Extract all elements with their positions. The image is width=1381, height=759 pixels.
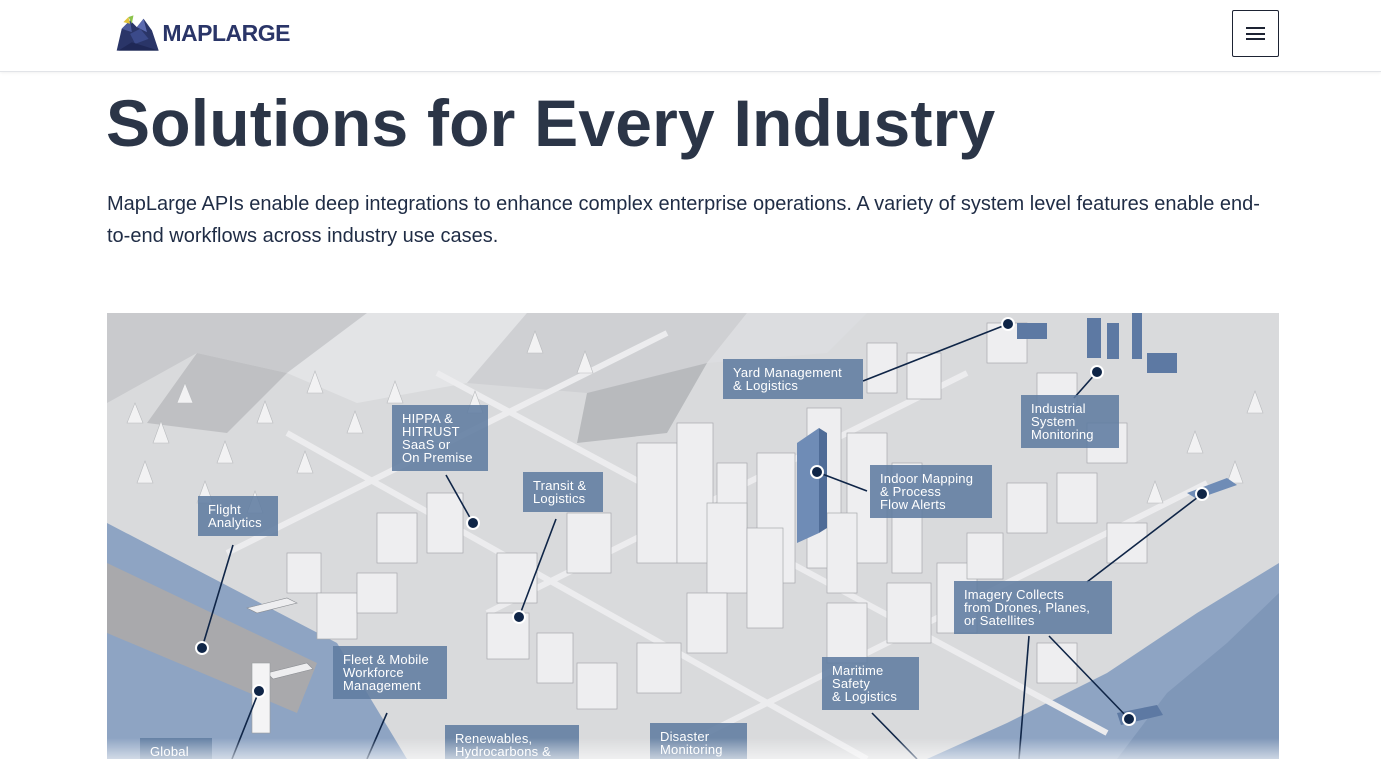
maplarge-logo[interactable]: MAPLARGE xyxy=(115,10,290,56)
callout-flight-analytics[interactable]: Flight Analytics xyxy=(198,496,278,536)
callout-global[interactable]: Global xyxy=(140,738,212,759)
callout-yard-management[interactable]: Yard Management & Logistics xyxy=(723,359,863,399)
callout-imagery-collects[interactable]: Imagery Collects from Drones, Planes, or… xyxy=(954,581,1112,634)
hamburger-menu-icon xyxy=(1246,27,1265,40)
industry-map-illustration: Yard Management & Logistics Industrial S… xyxy=(107,313,1279,759)
callout-industrial-monitoring[interactable]: Industrial System Monitoring xyxy=(1021,395,1119,448)
logo-wordmark: MAPLARGE xyxy=(162,19,290,46)
isometric-city-scene xyxy=(107,313,1279,759)
callout-fleet-workforce[interactable]: Fleet & Mobile Workforce Management xyxy=(333,646,447,699)
callout-maritime-safety[interactable]: Maritime Safety & Logistics xyxy=(822,657,919,710)
site-header: MAPLARGE xyxy=(0,0,1381,72)
callout-transit-logistics[interactable]: Transit & Logistics xyxy=(523,472,603,512)
callout-indoor-mapping[interactable]: Indoor Mapping & Process Flow Alerts xyxy=(870,465,992,518)
intro-paragraph: MapLarge APIs enable deep integrations t… xyxy=(107,193,1260,247)
menu-button[interactable] xyxy=(1232,10,1279,57)
callout-disaster-monitoring[interactable]: Disaster Monitoring xyxy=(650,723,747,759)
mountain-logo-icon xyxy=(116,15,159,51)
callout-hippa-hitrust[interactable]: HIPPA & HITRUST SaaS or On Premise xyxy=(392,405,488,471)
callout-renewables[interactable]: Renewables, Hydrocarbons & xyxy=(445,725,579,759)
page-title: Solutions for Every Industry xyxy=(106,86,996,160)
